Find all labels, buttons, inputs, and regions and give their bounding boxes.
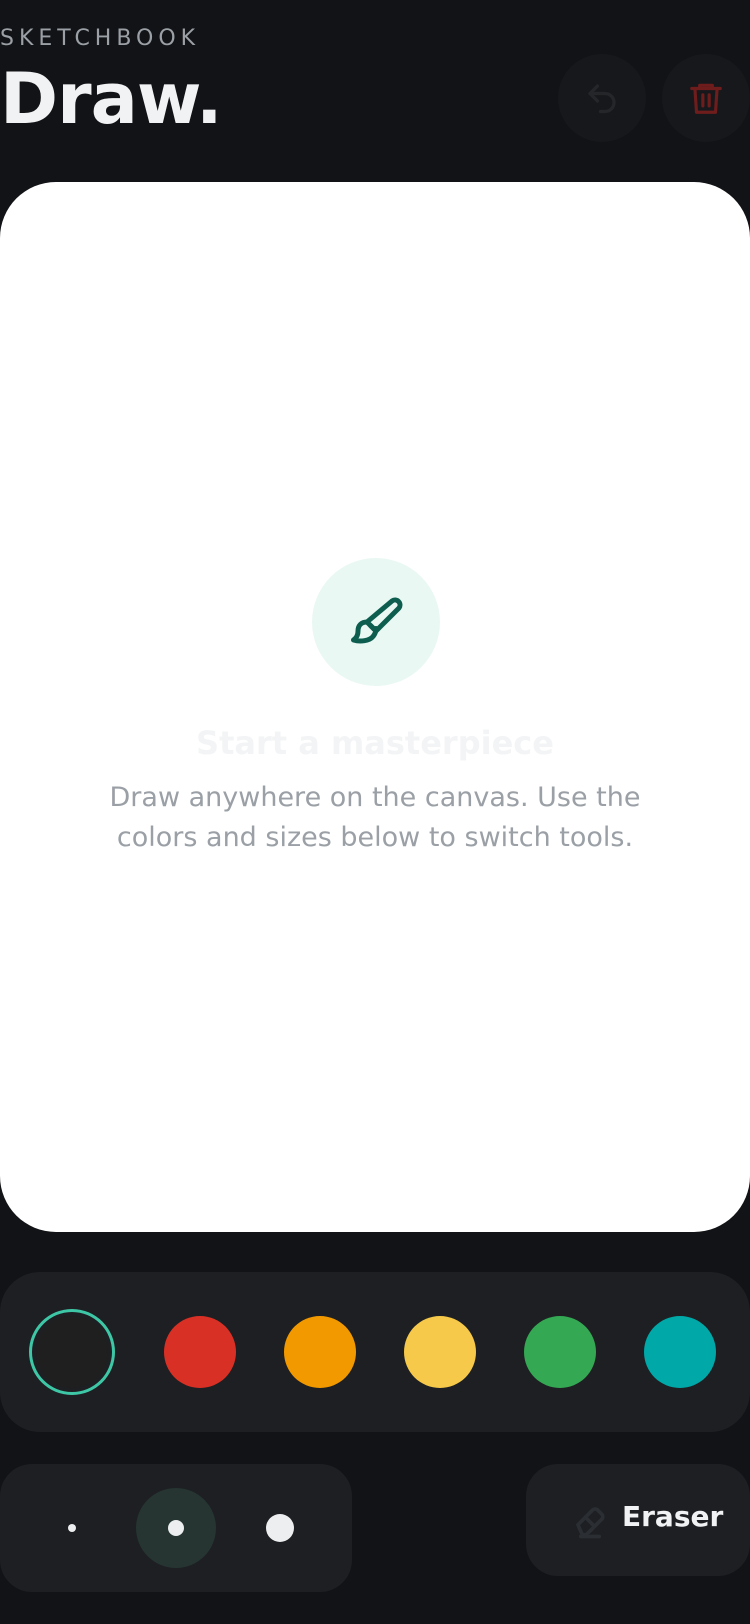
brush-size-large[interactable] (240, 1488, 320, 1568)
color-swatch-red[interactable] (164, 1316, 236, 1388)
brush-size-large-dot (266, 1514, 294, 1542)
brush-size-medium-dot (168, 1520, 184, 1536)
brush-size-picker (0, 1464, 352, 1592)
brush-size-medium[interactable] (136, 1488, 216, 1568)
eraser-icon (576, 1507, 605, 1539)
undo-icon (588, 84, 616, 114)
clear-canvas-button[interactable] (662, 54, 750, 142)
empty-state-title: Start a masterpiece (196, 724, 554, 762)
brush-size-small[interactable] (32, 1488, 112, 1568)
drawing-canvas[interactable]: Start a masterpiece Draw anywhere on the… (0, 182, 750, 1232)
sketchbook-screen: SKETCHBOOK Draw. Start a masterpiece Dra… (0, 0, 750, 1624)
eraser-button[interactable]: Eraser (526, 1464, 750, 1576)
color-swatch-black[interactable] (36, 1316, 108, 1388)
brush-size-small-dot (68, 1524, 76, 1532)
page-title: Draw. (0, 58, 223, 140)
color-swatch-green[interactable] (524, 1316, 596, 1388)
empty-state-badge (312, 558, 440, 686)
paintbrush-icon (351, 597, 403, 644)
app-eyebrow: SKETCHBOOK (0, 26, 201, 51)
undo-button[interactable] (558, 54, 646, 142)
trash-icon (690, 83, 722, 114)
eraser-label: Eraser (622, 1500, 724, 1533)
color-swatch-teal[interactable] (644, 1316, 716, 1388)
empty-state-description: Draw anywhere on the canvas. Use the col… (109, 782, 641, 853)
color-palette (0, 1272, 750, 1432)
color-swatch-orange[interactable] (284, 1316, 356, 1388)
color-swatch-yellow[interactable] (404, 1316, 476, 1388)
